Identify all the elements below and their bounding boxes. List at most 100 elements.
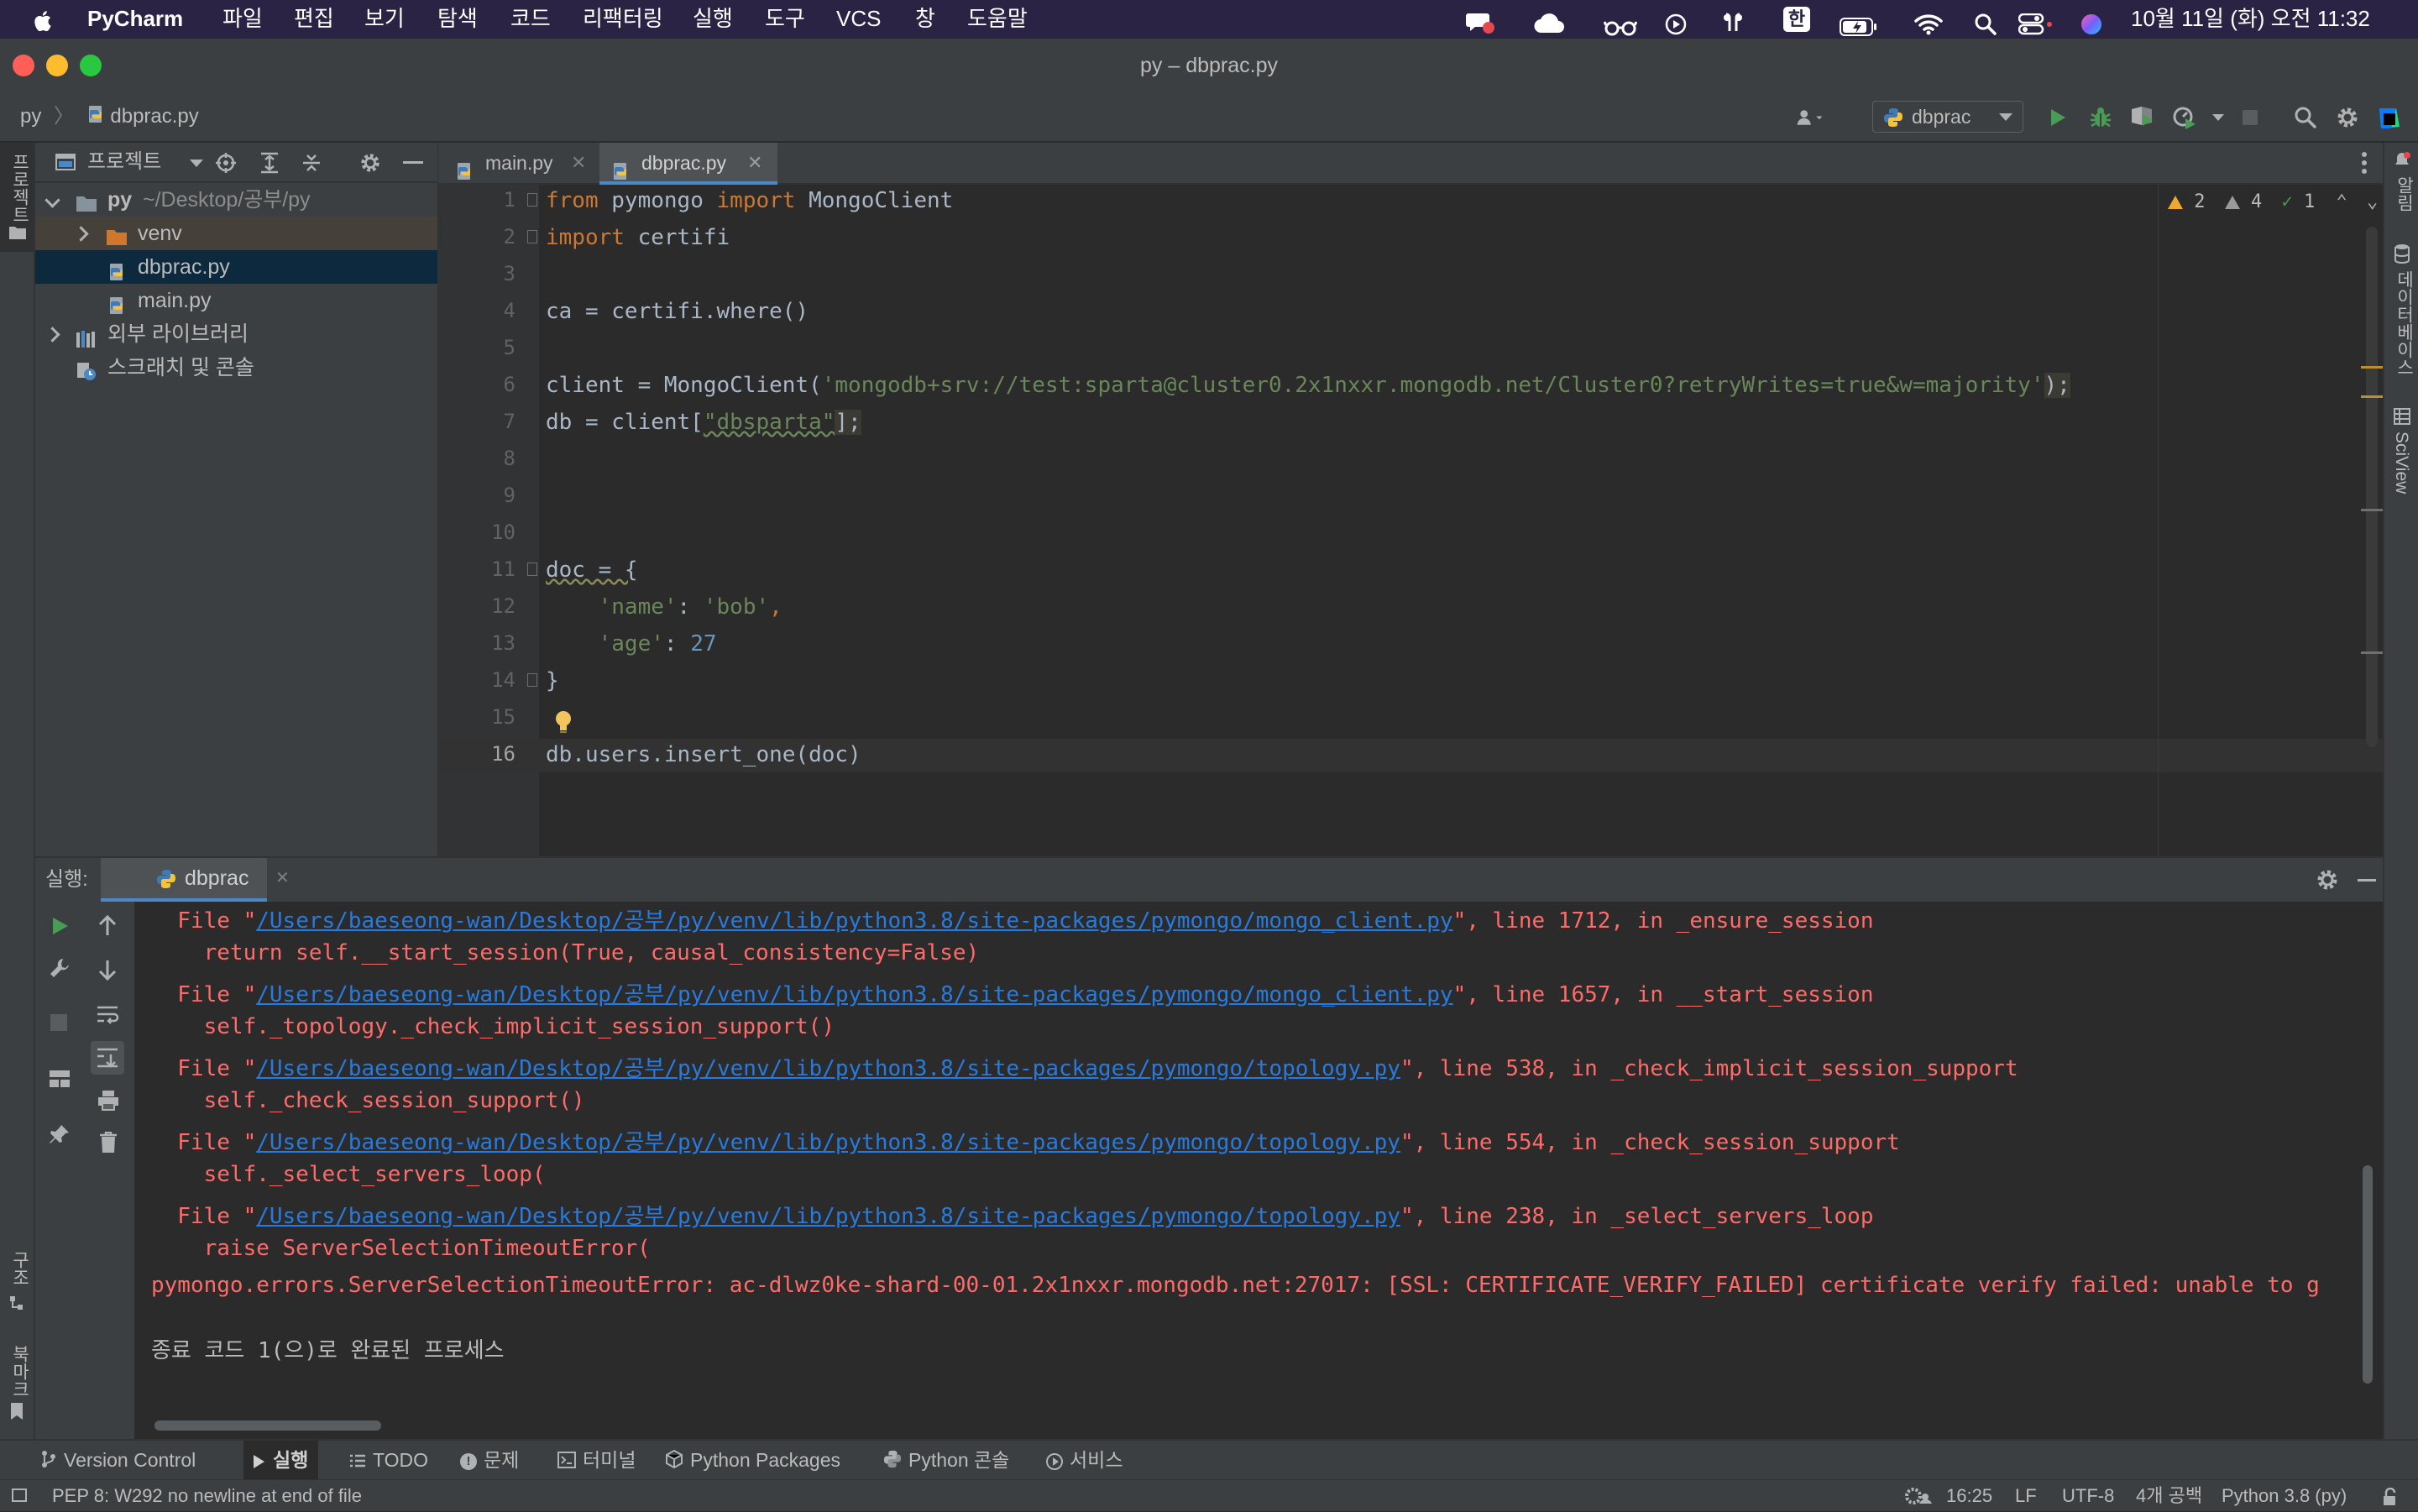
fold-marker-icon[interactable]: [527, 193, 537, 207]
tool-window-terminal[interactable]: 터미널: [557, 1441, 636, 1479]
tool-window-version-control[interactable]: Version Control: [40, 1441, 196, 1479]
input-source-indicator[interactable]: 한: [1783, 7, 1810, 32]
error-stripe-marker[interactable]: [2361, 651, 2383, 654]
inspection-profile-icon[interactable]: [1904, 1485, 1933, 1511]
run-with-coverage-button[interactable]: [2129, 104, 2156, 131]
clock[interactable]: 10월 11일 (화) 오전 11:32: [2131, 0, 2370, 39]
menu-run[interactable]: 실행: [693, 0, 733, 39]
tree-item-external-libraries[interactable]: 외부 라이브러리: [35, 317, 438, 351]
file-encoding[interactable]: UTF-8: [2062, 1480, 2114, 1512]
structure-tool-button[interactable]: 구조: [7, 1251, 32, 1286]
menu-window[interactable]: 창: [915, 0, 935, 39]
close-tab-icon[interactable]: ✕: [275, 858, 290, 898]
project-tool-button[interactable]: 프로젝트: [0, 143, 34, 252]
tab-main-py[interactable]: main.py ✕: [445, 143, 596, 183]
lock-icon[interactable]: [2381, 1487, 2400, 1510]
breadcrumb-project[interactable]: py: [20, 105, 41, 128]
tool-window-services[interactable]: 서비스: [1046, 1441, 1123, 1479]
run-tab-dbprac[interactable]: dbprac ✕: [101, 858, 290, 902]
search-everywhere-icon[interactable]: [2292, 104, 2319, 131]
console-file-link[interactable]: /Users/baeseong-wan/Desktop/공부/py/venv/l…: [256, 1056, 1400, 1081]
settings-gear-icon[interactable]: [359, 152, 381, 178]
profile-button[interactable]: [2171, 104, 2198, 131]
line-separator[interactable]: LF: [2015, 1480, 2037, 1512]
console-horizontal-scrollbar[interactable]: [154, 1420, 381, 1431]
tree-item-venv[interactable]: venv: [35, 217, 438, 250]
inspection-widget[interactable]: 2 4 ✓ 1 ⌃ ⌄: [2168, 190, 2378, 215]
run-button[interactable]: [2044, 104, 2070, 131]
console-vertical-scrollbar[interactable]: [2363, 1165, 2373, 1384]
chevron-down-icon[interactable]: [2205, 104, 2232, 131]
chevron-down-icon[interactable]: [190, 160, 203, 167]
breadcrumb-file[interactable]: dbprac.py: [110, 105, 198, 128]
menu-help[interactable]: 도움말: [967, 0, 1028, 39]
sciview-tool-button[interactable]: SciView: [2391, 432, 2411, 494]
code-token: ];: [835, 410, 861, 435]
lightbulb-icon[interactable]: [554, 710, 573, 737]
menu-tools[interactable]: 도구: [765, 0, 805, 39]
menu-view[interactable]: 보기: [364, 0, 405, 39]
hide-panel-icon[interactable]: [403, 161, 423, 164]
database-tool-button[interactable]: 데이터베이스: [2391, 270, 2416, 376]
chevron-down-icon[interactable]: [44, 192, 60, 208]
tool-window-python-console[interactable]: Python 콘솔: [883, 1441, 1009, 1479]
fold-marker-icon[interactable]: [527, 562, 537, 576]
collapse-all-icon[interactable]: [301, 152, 322, 178]
debug-button[interactable]: [2087, 104, 2114, 131]
menu-file[interactable]: 파일: [222, 0, 263, 39]
project-view-selector[interactable]: 프로젝트: [87, 143, 161, 181]
tree-item-label: main.py: [138, 289, 212, 312]
menu-code[interactable]: 코드: [510, 0, 551, 39]
status-message[interactable]: PEP 8: W292 no newline at end of file: [52, 1480, 362, 1512]
notifications-tool-button[interactable]: 알림: [2391, 176, 2416, 212]
run-configuration-selector[interactable]: dbprac: [1872, 101, 2023, 133]
tool-window-todo[interactable]: TODO: [349, 1441, 428, 1479]
jetbrains-toolbox-icon[interactable]: [2376, 104, 2403, 131]
error-stripe-marker[interactable]: [2361, 509, 2383, 511]
close-tab-icon[interactable]: ✕: [747, 143, 762, 183]
toggle-tool-windows-icon[interactable]: [12, 1488, 27, 1502]
expand-all-icon[interactable]: [259, 152, 280, 178]
stop-button[interactable]: [2237, 104, 2264, 131]
tab-dbprac-py[interactable]: dbprac.py ✕: [599, 143, 777, 185]
app-menu-pycharm[interactable]: PyCharm: [87, 0, 183, 39]
indentation[interactable]: 4개 공백: [2136, 1480, 2202, 1512]
locate-file-icon[interactable]: [215, 152, 237, 178]
menu-refactor[interactable]: 리팩터링: [583, 0, 663, 39]
console-file-link[interactable]: /Users/baeseong-wan/Desktop/공부/py/venv/l…: [256, 1204, 1400, 1229]
error-stripe-marker[interactable]: [2361, 395, 2383, 398]
console-file-link[interactable]: /Users/baeseong-wan/Desktop/공부/py/venv/l…: [256, 982, 1452, 1007]
tree-item-main-py[interactable]: main.py: [35, 284, 438, 317]
console-file-link[interactable]: /Users/baeseong-wan/Desktop/공부/py/venv/l…: [256, 908, 1452, 934]
chevron-right-icon[interactable]: [44, 327, 60, 343]
previous-highlight-icon[interactable]: ⌃: [2337, 191, 2347, 212]
code-editor[interactable]: 1 2 3 4 5 6 7 8 9 10 11 12 13 14 15 16 f…: [438, 185, 2383, 856]
chevron-right-icon[interactable]: [73, 226, 89, 242]
user-account-icon[interactable]: [1797, 104, 1824, 131]
run-console[interactable]: File "/Users/baeseong-wan/Desktop/공부/py/…: [35, 902, 2383, 1439]
editor-scrollbar[interactable]: [2366, 227, 2378, 747]
bookmarks-tool-button[interactable]: 북마크: [7, 1345, 32, 1398]
fold-marker-icon[interactable]: [527, 673, 537, 687]
tree-item-scratches[interactable]: 스크래치 및 콘솔: [35, 351, 438, 385]
services-icon: [1046, 1452, 1063, 1470]
error-stripe-marker[interactable]: [2361, 366, 2383, 369]
tool-window-problems[interactable]: ! 문제: [460, 1441, 519, 1479]
more-options-icon[interactable]: [2361, 151, 2368, 179]
settings-gear-icon[interactable]: [2316, 868, 2339, 896]
tree-item-dbprac-py[interactable]: dbprac.py: [35, 250, 438, 284]
menu-navigate[interactable]: 탐색: [437, 0, 478, 39]
tree-root-py[interactable]: py ~/Desktop/공부/py: [35, 183, 438, 217]
hide-panel-icon[interactable]: [2358, 879, 2376, 882]
python-interpreter[interactable]: Python 3.8 (py): [2222, 1480, 2347, 1512]
fold-marker-icon[interactable]: [527, 230, 537, 243]
tool-window-run[interactable]: 실행: [243, 1441, 319, 1479]
close-tab-icon[interactable]: ✕: [571, 143, 586, 183]
console-file-link[interactable]: /Users/baeseong-wan/Desktop/공부/py/venv/l…: [256, 1130, 1400, 1155]
caret-position[interactable]: 16:25: [1946, 1480, 1992, 1512]
tool-window-python-packages[interactable]: Python Packages: [665, 1441, 840, 1479]
next-highlight-icon[interactable]: ⌄: [2367, 191, 2378, 212]
settings-gear-icon[interactable]: [2334, 104, 2361, 131]
menu-edit[interactable]: 편집: [294, 0, 334, 39]
menu-vcs[interactable]: VCS: [836, 0, 881, 39]
